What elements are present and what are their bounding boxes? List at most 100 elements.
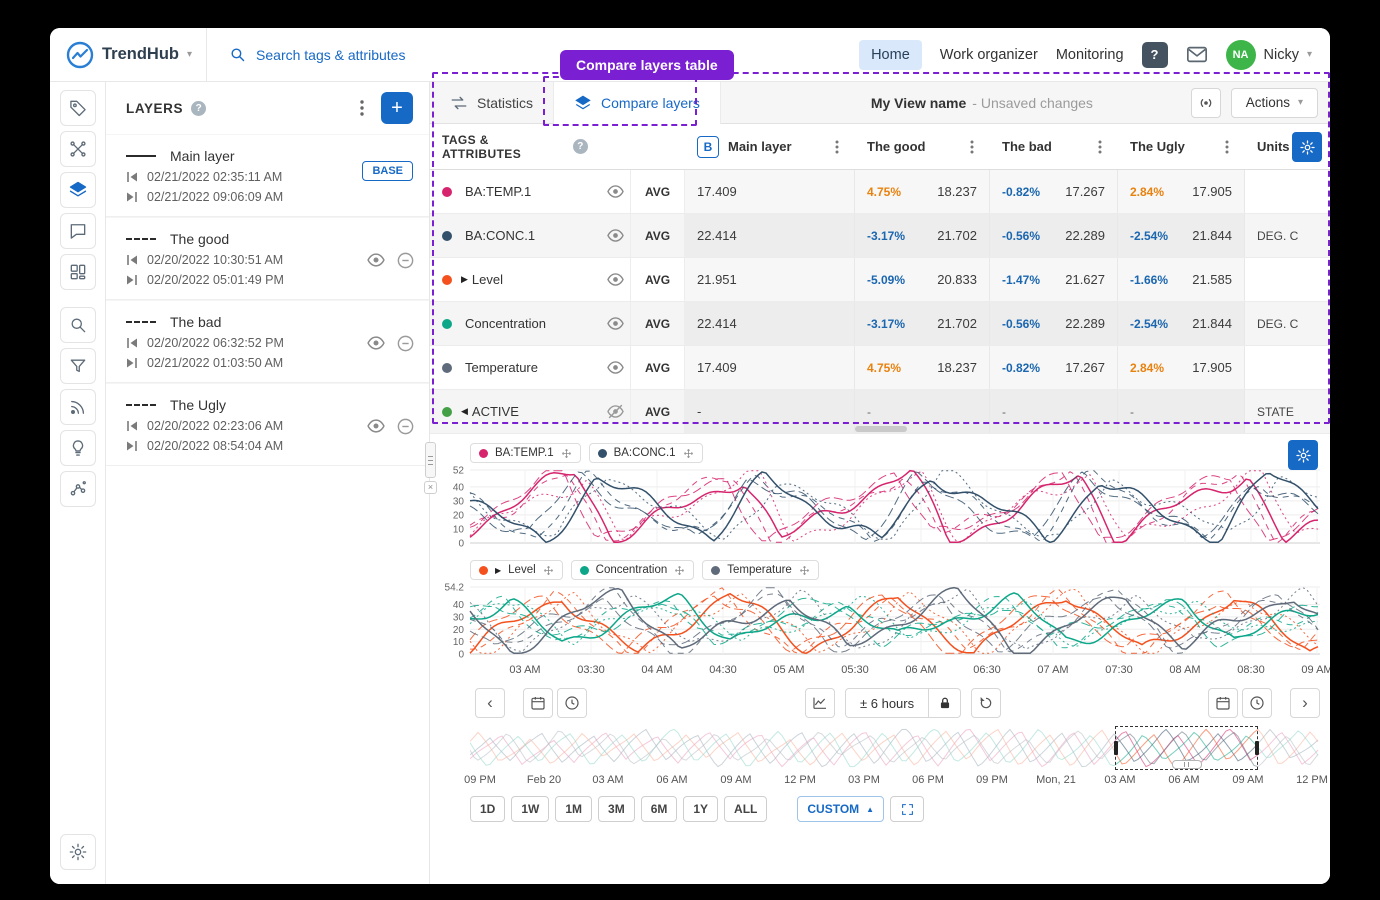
aggregation-select[interactable]: AVG — [630, 170, 685, 213]
clock-end-button[interactable] — [1242, 688, 1272, 718]
layer-item-main[interactable]: Main layer 02/21/2022 02:35:11 AM 02/21/… — [106, 134, 429, 217]
legend-chip-level[interactable]: ▶ Level — [470, 560, 563, 580]
zoom-1y-button[interactable]: 1Y — [683, 796, 718, 822]
calendar-end-button[interactable] — [1208, 688, 1238, 718]
layers-menu-button[interactable] — [351, 95, 373, 121]
brush-handle-right[interactable] — [1255, 741, 1259, 755]
clock-start-button[interactable] — [557, 688, 587, 718]
layer-visibility-toggle[interactable] — [366, 333, 386, 353]
help-circle-icon[interactable]: ? — [191, 101, 206, 116]
row-visibility-toggle[interactable] — [600, 170, 630, 213]
sidebar-item-ideas[interactable] — [60, 430, 96, 466]
sidebar-item-settings[interactable] — [60, 834, 96, 870]
user-menu[interactable]: NA Nicky ▾ — [1226, 40, 1312, 70]
chart-panel-1[interactable]: 52403020100 — [430, 466, 1320, 549]
zoom-1m-button[interactable]: 1M — [555, 796, 592, 822]
drag-handle-icon[interactable] — [674, 565, 685, 576]
history-button[interactable] — [971, 688, 1001, 718]
zoom-6m-button[interactable]: 6M — [641, 796, 678, 822]
nav-item-home[interactable]: Home — [859, 40, 922, 70]
tab-statistics[interactable]: Statistics — [430, 82, 553, 124]
drag-handle-icon[interactable] — [561, 448, 572, 459]
legend-chip-concentration[interactable]: Concentration — [571, 560, 695, 580]
table-row-ba-conc-1[interactable]: BA:CONC.1 AVG 22.414 -3.17%21.702 -0.56%… — [430, 214, 1330, 258]
chevron-down-icon[interactable]: ▾ — [187, 49, 192, 60]
column-menu-button[interactable] — [966, 136, 978, 158]
remove-layer-button[interactable] — [396, 251, 415, 270]
table-row-ba-temp-1[interactable]: BA:TEMP.1 AVG 17.409 4.75%18.237 -0.82%1… — [430, 170, 1330, 214]
table-row-temperature[interactable]: Temperature AVG 17.409 4.75%18.237 -0.82… — [430, 346, 1330, 390]
splitter-grip[interactable] — [425, 442, 436, 478]
sidebar-item-search[interactable] — [60, 307, 96, 343]
layer-visibility-toggle[interactable] — [366, 416, 386, 436]
splitter-close-button[interactable]: × — [424, 481, 437, 494]
row-visibility-toggle[interactable] — [600, 302, 630, 345]
aggregation-select[interactable]: AVG — [630, 258, 685, 301]
sidebar-item-alarms[interactable] — [60, 131, 96, 167]
legend-chip-temperature[interactable]: Temperature — [702, 560, 819, 580]
chart-style-button[interactable] — [805, 688, 835, 718]
actions-button[interactable]: Actions▾ — [1231, 88, 1318, 118]
broadcast-button[interactable] — [1191, 88, 1221, 118]
expand-timeline-button[interactable] — [890, 796, 924, 822]
help-button[interactable]: ? — [1142, 42, 1168, 68]
remove-layer-button[interactable] — [396, 334, 415, 353]
sidebar-item-correlations[interactable] — [60, 471, 96, 507]
row-visibility-toggle[interactable] — [600, 214, 630, 257]
legend-chip-ba-conc-1[interactable]: BA:CONC.1 — [589, 443, 703, 463]
column-menu-button[interactable] — [1094, 136, 1106, 158]
sidebar-item-tags[interactable] — [60, 90, 96, 126]
layer-item-the-ugly[interactable]: The Ugly 02/20/2022 02:23:06 AM 02/20/20… — [106, 383, 429, 466]
brand-area[interactable]: TrendHub ▾ — [50, 41, 192, 69]
zoom-all-button[interactable]: ALL — [724, 796, 767, 822]
brush-drag-grip[interactable] — [1172, 760, 1202, 769]
zoom-custom-button[interactable]: CUSTOM▲ — [797, 796, 884, 822]
expand-arrow[interactable]: ▶ — [461, 274, 468, 285]
legend-chip-ba-temp-1[interactable]: BA:TEMP.1 — [470, 443, 581, 463]
table-row-concentration[interactable]: Concentration AVG 22.414 -3.17%21.702 -0… — [430, 302, 1330, 346]
step-back-button[interactable]: ‹ — [475, 688, 505, 718]
timeline-selection-brush[interactable] — [1115, 726, 1258, 770]
sidebar-item-comments[interactable] — [60, 213, 96, 249]
step-forward-button[interactable]: › — [1290, 688, 1320, 718]
expand-arrow[interactable]: ▶ — [495, 566, 501, 575]
row-visibility-toggle-off[interactable] — [600, 390, 630, 433]
sidebar-item-filter[interactable] — [60, 348, 96, 384]
column-menu-button[interactable] — [1221, 136, 1233, 158]
chart-panel-2[interactable]: 54.2403020100 — [430, 583, 1320, 660]
chart-settings-button[interactable] — [1288, 440, 1318, 470]
aggregation-select[interactable]: AVG — [630, 214, 685, 257]
lock-range-button[interactable] — [929, 688, 961, 718]
aggregation-select[interactable]: AVG — [630, 346, 685, 389]
zoom-1d-button[interactable]: 1D — [470, 796, 505, 822]
sidebar-item-layers[interactable] — [60, 172, 96, 208]
collapse-arrow[interactable]: ◀ — [461, 406, 468, 417]
aggregation-select[interactable]: AVG — [630, 390, 685, 433]
mail-icon[interactable] — [1186, 45, 1208, 64]
add-layer-button[interactable]: + — [381, 92, 413, 124]
aggregation-select[interactable]: AVG — [630, 302, 685, 345]
search-input[interactable]: Search tags & attributes — [207, 46, 859, 63]
brush-handle-left[interactable] — [1114, 741, 1118, 755]
layer-item-the-good[interactable]: The good 02/20/2022 10:30:51 AM 02/20/20… — [106, 217, 429, 300]
table-settings-button[interactable] — [1292, 132, 1322, 162]
zoom-1w-button[interactable]: 1W — [511, 796, 549, 822]
layer-item-the-bad[interactable]: The bad 02/20/2022 06:32:52 PM 02/21/202… — [106, 300, 429, 383]
layer-visibility-toggle[interactable] — [366, 250, 386, 270]
row-visibility-toggle[interactable] — [600, 258, 630, 301]
sidebar-item-signal[interactable] — [60, 389, 96, 425]
timeline-overview[interactable] — [470, 726, 1320, 770]
remove-layer-button[interactable] — [396, 417, 415, 436]
calendar-start-button[interactable] — [523, 688, 553, 718]
time-range-button[interactable]: ± 6 hours — [845, 688, 929, 718]
panel-splitter[interactable]: × — [424, 442, 437, 494]
drag-handle-icon[interactable] — [799, 565, 810, 576]
table-row-level[interactable]: ▶Level AVG 21.951 -5.09%20.833 -1.47%21.… — [430, 258, 1330, 302]
tab-compare-layers[interactable]: Compare layers — [553, 82, 721, 124]
nav-item-monitoring[interactable]: Monitoring — [1056, 47, 1124, 63]
nav-item-work-organizer[interactable]: Work organizer — [940, 47, 1038, 63]
column-menu-button[interactable] — [831, 136, 843, 158]
table-horizontal-scrollbar[interactable] — [855, 426, 907, 432]
zoom-3m-button[interactable]: 3M — [598, 796, 635, 822]
help-circle-icon[interactable]: ? — [573, 139, 588, 154]
